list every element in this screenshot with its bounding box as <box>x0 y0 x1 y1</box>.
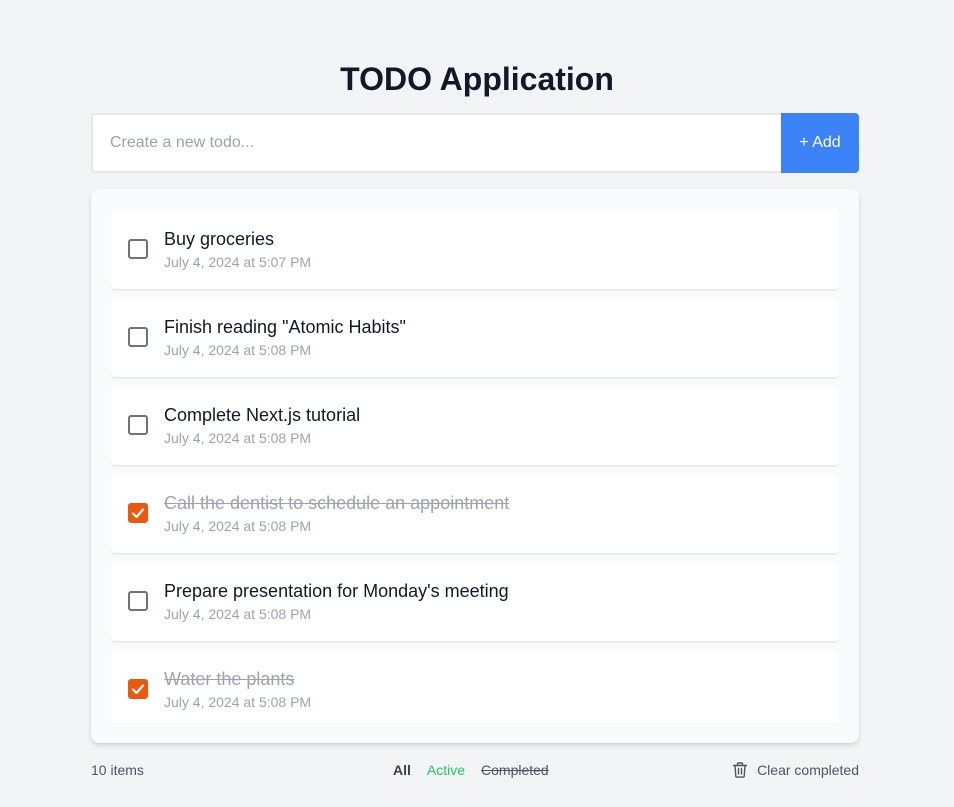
todo-footer: 10 items All Active Completed Clear comp… <box>91 760 859 780</box>
todo-title[interactable]: Call the dentist to schedule an appointm… <box>164 492 509 514</box>
todo-title[interactable]: Prepare presentation for Monday's meetin… <box>164 580 509 602</box>
checkmark-icon <box>131 508 145 519</box>
todo-date: July 4, 2024 at 5:08 PM <box>164 605 312 622</box>
filter-all[interactable]: All <box>393 760 411 780</box>
todo-title[interactable]: Water the plants <box>164 668 311 690</box>
todo-checkbox[interactable] <box>128 503 148 523</box>
todo-date: July 4, 2024 at 5:08 PM <box>164 693 312 710</box>
todo-date: July 4, 2024 at 5:07 PM <box>164 253 312 270</box>
checkmark-icon <box>131 684 145 695</box>
item-count: 10 items <box>91 762 144 778</box>
todo-panel: Buy groceries July 4, 2024 at 5:07 PM Fi… <box>91 189 859 743</box>
todo-checkbox[interactable] <box>128 327 148 347</box>
todo-item: Water the plants July 4, 2024 at 5:08 PM <box>111 649 839 723</box>
todo-texts: Buy groceries July 4, 2024 at 5:07 PM <box>164 228 311 271</box>
todo-title[interactable]: Buy groceries <box>164 228 311 250</box>
todo-item: Buy groceries July 4, 2024 at 5:07 PM <box>111 209 839 289</box>
todo-texts: Prepare presentation for Monday's meetin… <box>164 580 509 623</box>
new-todo-form: + Add <box>91 113 859 173</box>
todo-texts: Complete Next.js tutorial July 4, 2024 a… <box>164 404 360 447</box>
todo-checkbox[interactable] <box>128 679 148 699</box>
todo-checkbox[interactable] <box>128 239 148 259</box>
filter-completed[interactable]: Completed <box>481 760 549 780</box>
todo-title[interactable]: Finish reading "Atomic Habits" <box>164 316 406 338</box>
todo-item: Complete Next.js tutorial July 4, 2024 a… <box>111 385 839 465</box>
todo-list[interactable]: Buy groceries July 4, 2024 at 5:07 PM Fi… <box>111 209 839 723</box>
todo-date: July 4, 2024 at 5:08 PM <box>164 341 312 358</box>
todo-texts: Water the plants July 4, 2024 at 5:08 PM <box>164 668 311 711</box>
clear-completed-label: Clear completed <box>757 762 859 778</box>
todo-date: July 4, 2024 at 5:08 PM <box>164 429 312 446</box>
todo-item: Prepare presentation for Monday's meetin… <box>111 561 839 641</box>
todo-texts: Finish reading "Atomic Habits" July 4, 2… <box>164 316 406 359</box>
todo-title[interactable]: Complete Next.js tutorial <box>164 404 360 426</box>
todo-date: July 4, 2024 at 5:08 PM <box>164 517 312 534</box>
clear-completed-button[interactable]: Clear completed <box>731 760 859 780</box>
page-title: TODO Application <box>340 61 614 97</box>
todo-item: Finish reading "Atomic Habits" July 4, 2… <box>111 297 839 377</box>
todo-texts: Call the dentist to schedule an appointm… <box>164 492 509 535</box>
todo-checkbox[interactable] <box>128 591 148 611</box>
filter-group: All Active Completed <box>393 760 549 780</box>
filter-active[interactable]: Active <box>427 760 465 780</box>
trash-icon <box>731 761 749 779</box>
todo-checkbox[interactable] <box>128 415 148 435</box>
new-todo-input[interactable] <box>91 113 781 173</box>
todo-item: Call the dentist to schedule an appointm… <box>111 473 839 553</box>
add-button[interactable]: + Add <box>781 113 859 173</box>
